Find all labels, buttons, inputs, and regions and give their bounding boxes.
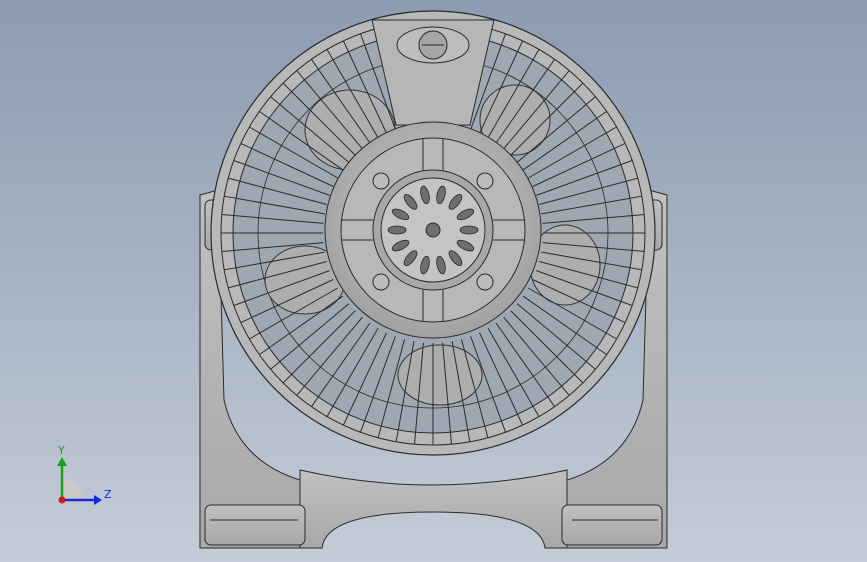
center-dot (425, 222, 441, 238)
stand-base (299, 469, 568, 549)
z-axis-arrow (94, 495, 102, 505)
screw-br (476, 273, 494, 291)
motor-vent (387, 225, 407, 235)
screw-tl (372, 172, 390, 190)
stand-right-foot (561, 504, 663, 546)
fan-model[interactable] (0, 0, 867, 562)
triad-shadow (62, 478, 84, 500)
graphics-viewport[interactable]: Y Z (0, 0, 867, 562)
y-axis-arrow (57, 457, 67, 466)
y-axis-label: Y (57, 444, 65, 457)
motor-vent (459, 225, 479, 235)
stand-left-foot (204, 504, 306, 546)
screw-bl (372, 273, 390, 291)
z-axis-label: Z (104, 488, 112, 501)
blade-5 (397, 344, 483, 406)
screw-tr (476, 172, 494, 190)
motor-hub (324, 121, 542, 339)
x-axis-dot (58, 496, 66, 504)
view-triad: Y Z (57, 444, 112, 505)
